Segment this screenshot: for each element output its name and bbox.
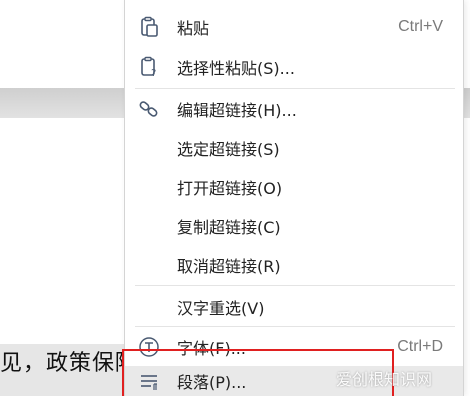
menu-item-paste[interactable]: 粘贴 Ctrl+V <box>125 7 463 46</box>
menu-item-label: 复制超链接(C) <box>177 217 281 237</box>
menu-item-open-hyperlink[interactable]: 打开超链接(O) <box>125 167 463 206</box>
menu-item-shortcut: Ctrl+D <box>397 337 443 355</box>
menu-item-remove-hyperlink[interactable]: 取消超链接(R) <box>125 245 463 284</box>
context-menu: 粘贴 Ctrl+V ? 选择性粘贴(S)... 编辑超链接(H)... 选定超链… <box>124 0 464 396</box>
menu-item-select-hyperlink[interactable]: 选定超链接(S) <box>125 128 463 167</box>
menu-item-label: 选择性粘贴(S)... <box>177 58 295 78</box>
menu-item-copy-hyperlink[interactable]: 复制超链接(C) <box>125 206 463 245</box>
document-text: 见，政策保障 <box>0 351 124 376</box>
menu-item-shortcut: Ctrl+V <box>398 17 443 35</box>
watermark: 爱创根知识网 <box>336 370 433 389</box>
menu-item-label: 选定超链接(S) <box>177 139 280 159</box>
svg-text:?: ? <box>151 68 156 78</box>
paste-icon <box>137 15 161 39</box>
paste-special-icon: ? <box>137 55 161 79</box>
menu-item-hanzi-reselect[interactable]: 汉字重选(V) <box>125 287 463 326</box>
menu-item-edit-hyperlink[interactable]: 编辑超链接(H)... <box>125 89 463 128</box>
menu-item-label: 取消超链接(R) <box>177 256 281 276</box>
menu-item-label: 粘贴 <box>177 18 210 38</box>
menu-item-paste-special[interactable]: ? 选择性粘贴(S)... <box>125 47 463 86</box>
menu-separator <box>135 285 455 286</box>
link-icon <box>137 97 161 121</box>
menu-item-label: 编辑超链接(H)... <box>177 100 297 120</box>
menu-item-label: 打开超链接(O) <box>177 178 283 198</box>
menu-item-label: 汉字重选(V) <box>177 298 265 318</box>
